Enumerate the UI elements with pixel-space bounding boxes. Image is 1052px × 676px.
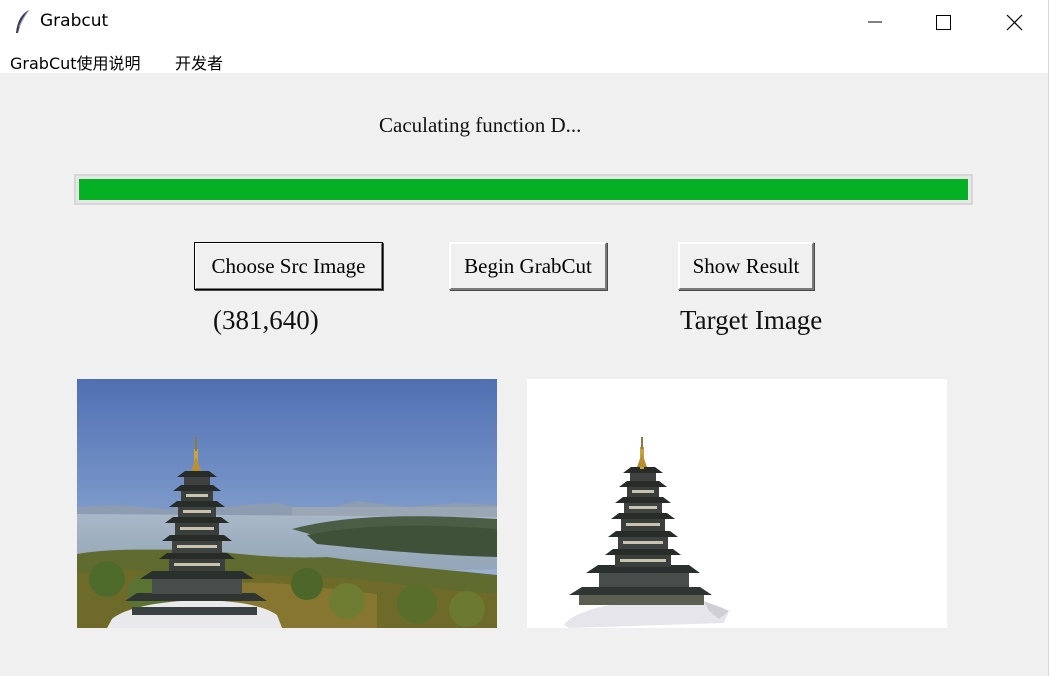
close-icon bbox=[1006, 14, 1023, 31]
minimize-button[interactable] bbox=[851, 0, 897, 44]
close-button[interactable] bbox=[991, 0, 1037, 44]
progress-fill bbox=[79, 179, 968, 200]
progress-bar bbox=[74, 174, 973, 205]
target-image-label: Target Image bbox=[680, 305, 823, 335]
menu-item-developer[interactable]: 开发者 bbox=[175, 50, 223, 74]
pagoda-lake-photo bbox=[77, 379, 497, 628]
window-edge bbox=[1048, 0, 1052, 676]
begin-grabcut-button[interactable]: Begin GrabCut bbox=[449, 242, 607, 290]
source-image bbox=[77, 379, 497, 628]
show-result-button[interactable]: Show Result bbox=[678, 242, 814, 290]
menu-item-grabcut-help[interactable]: GrabCut使用说明 bbox=[10, 50, 141, 74]
feather-icon bbox=[16, 9, 30, 33]
target-image bbox=[527, 379, 947, 628]
pagoda-cutout-on-white bbox=[527, 379, 947, 628]
status-label: Caculating function D... bbox=[379, 113, 582, 137]
choose-src-image-button[interactable]: Choose Src Image bbox=[194, 242, 383, 290]
menu-bar: GrabCut使用说明 开发者 bbox=[0, 44, 1048, 73]
minimize-icon bbox=[868, 21, 882, 23]
maximize-button[interactable] bbox=[919, 0, 965, 44]
maximize-icon bbox=[936, 15, 951, 30]
source-dimensions-label: (381,640) bbox=[213, 305, 319, 335]
title-bar: Grabcut bbox=[0, 0, 1048, 44]
window-title: Grabcut bbox=[40, 11, 109, 31]
